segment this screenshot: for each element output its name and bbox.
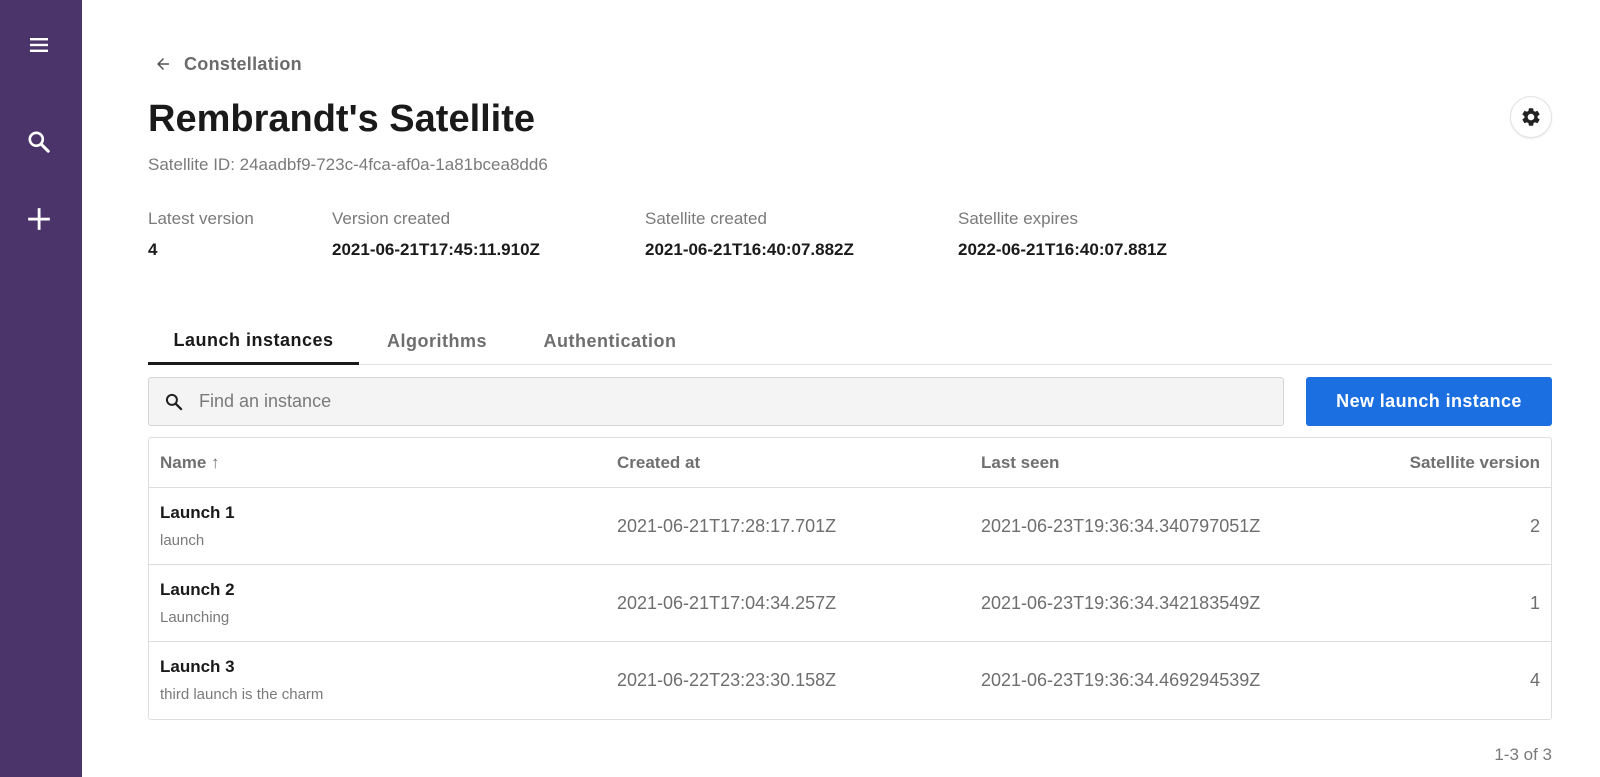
last-seen-cell: 2021-06-23T19:36:34.469294539Z <box>981 670 1261 690</box>
last-seen-cell: 2021-06-23T19:36:34.340797051Z <box>981 516 1261 536</box>
new-launch-instance-button[interactable]: New launch instance <box>1306 377 1552 426</box>
table-row[interactable]: Launch 2 Launching 2021-06-21T17:04:34.2… <box>149 565 1551 642</box>
search-input[interactable] <box>199 391 1259 412</box>
arrow-left-icon <box>157 58 169 70</box>
created-at-cell: 2021-06-21T17:28:17.701Z <box>617 516 837 536</box>
created-at-cell: 2021-06-21T17:04:34.257Z <box>617 593 837 613</box>
instance-description: third launch is the charm <box>160 686 324 703</box>
menu-icon <box>30 38 48 52</box>
back-link[interactable]: Constellation <box>154 50 302 78</box>
meta-value: 2021-06-21T17:45:11.910Z <box>332 240 540 259</box>
meta-value: 2022-06-21T16:40:07.881Z <box>958 240 1167 259</box>
instance-name: Launch 1 <box>160 503 235 522</box>
satellite-id: Satellite ID: 24aadbf9-723c-4fca-af0a-1a… <box>148 155 548 174</box>
meta-label: Satellite expires <box>958 209 1079 228</box>
version-cell: 2 <box>1529 516 1540 536</box>
search-nav-button[interactable] <box>19 122 59 162</box>
version-cell: 1 <box>1529 593 1540 613</box>
instance-name: Launch 2 <box>160 580 235 599</box>
tab-algorithms[interactable]: Algorithms <box>377 318 497 365</box>
pagination-status: 1-3 of 3 <box>1494 745 1552 764</box>
instances-table: Name ↑ Created at Last seen Satellite ve… <box>148 437 1552 720</box>
instance-name-cell: Launch 3 third launch is the charm <box>160 657 323 703</box>
table-row[interactable]: Launch 1 launch 2021-06-21T17:28:17.701Z… <box>149 488 1551 565</box>
tab-authentication[interactable]: Authentication <box>531 318 689 365</box>
instance-name-cell: Launch 1 launch <box>160 503 235 549</box>
instance-name: Launch 3 <box>160 657 235 676</box>
version-cell: 4 <box>1529 670 1540 690</box>
plus-icon <box>28 208 50 230</box>
search-icon <box>28 131 50 153</box>
last-seen-cell: 2021-06-23T19:36:34.342183549Z <box>981 593 1261 613</box>
meta-satellite-expires: Satellite expires 2022-06-21T16:40:07.88… <box>958 209 1167 260</box>
created-at-cell: 2021-06-22T23:23:30.158Z <box>617 670 837 690</box>
table-row[interactable]: Launch 3 third launch is the charm 2021-… <box>149 642 1551 719</box>
meta-version-created: Version created 2021-06-21T17:45:11.910Z <box>332 209 540 260</box>
instance-description: Launching <box>160 609 230 626</box>
column-header-satellite-version[interactable]: Satellite version <box>1410 438 1540 488</box>
menu-button[interactable] <box>19 25 59 65</box>
tab-launch-instances[interactable]: Launch instances <box>148 318 359 365</box>
meta-value: 4 <box>148 240 158 259</box>
column-header-created-at[interactable]: Created at <box>617 438 700 488</box>
meta-latest-version: Latest version 4 <box>148 209 254 260</box>
search-icon <box>149 392 199 412</box>
settings-button[interactable] <box>1510 96 1552 138</box>
page-title: Rembrandt's Satellite <box>148 98 536 140</box>
main-content: Constellation Rembrandt's Satellite Sate… <box>148 0 1552 777</box>
instance-description: launch <box>160 532 205 549</box>
column-header-last-seen[interactable]: Last seen <box>981 438 1059 488</box>
gear-icon <box>1522 108 1540 126</box>
meta-value: 2021-06-21T16:40:07.882Z <box>645 240 854 259</box>
tab-bar: Launch instances Algorithms Authenticati… <box>148 318 1552 365</box>
meta-label: Latest version <box>148 209 254 228</box>
instance-name-cell: Launch 2 Launching <box>160 580 235 626</box>
meta-label: Satellite created <box>645 209 767 228</box>
column-header-name[interactable]: Name ↑ <box>160 438 220 488</box>
search-bar <box>148 377 1284 426</box>
add-nav-button[interactable] <box>19 199 59 239</box>
sidebar <box>0 0 82 777</box>
meta-label: Version created <box>332 209 451 228</box>
table-header: Name ↑ Created at Last seen Satellite ve… <box>149 438 1551 488</box>
meta-satellite-created: Satellite created 2021-06-21T16:40:07.88… <box>645 209 854 260</box>
back-link-label: Constellation <box>184 53 302 74</box>
